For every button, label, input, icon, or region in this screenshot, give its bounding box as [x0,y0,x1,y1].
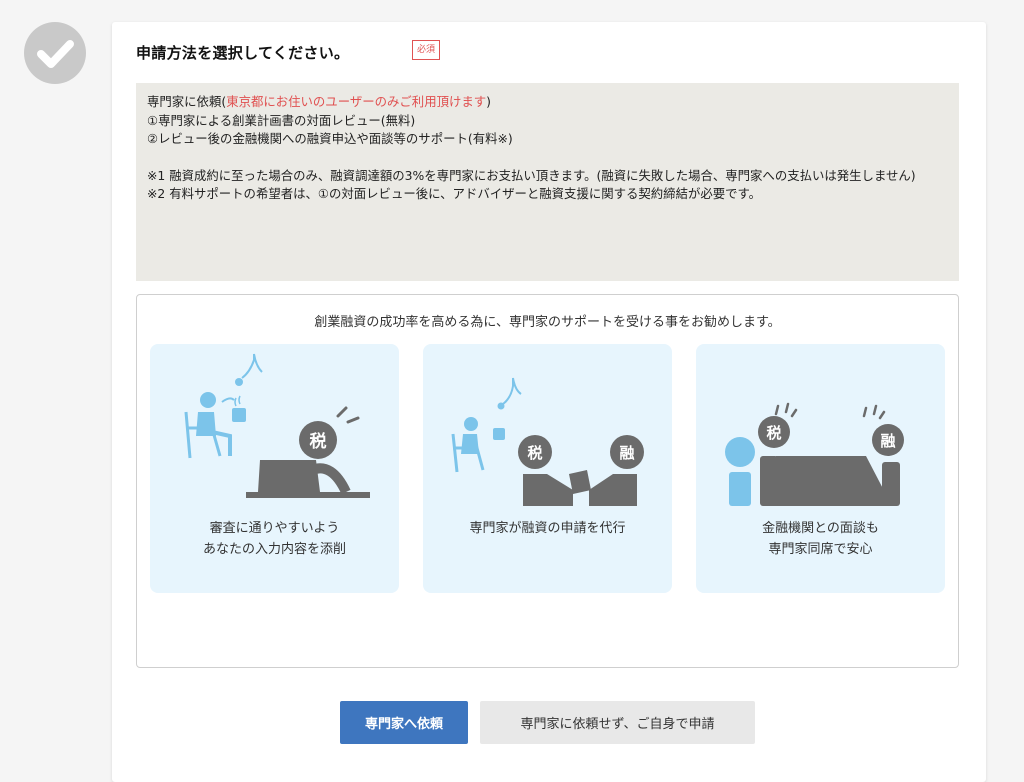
feature-text-application: 専門家が融資の申請を代行 [469,521,626,536]
info-note-1: ※1 融資成約に至った場合のみ、融資調達額の3%を専門家にお支払い頂きます。(融… [147,167,916,183]
tax-badge-label: 税 [527,444,542,462]
expert-info-box: 専門家に依頼(東京都にお住いのユーザーのみご利用頂けます) ①専門家による創業計… [136,83,959,281]
required-badge: 必須 [412,40,441,60]
apply-yourself-button[interactable]: 専門家に依頼せず、ご自身で申請 [480,701,755,744]
info-line-1: 専門家に依頼(東京都にお住いのユーザーのみご利用頂けます) [147,94,491,109]
request-expert-button[interactable]: 専門家へ依頼 [340,701,468,744]
feature-card-interview: 税 融 金融機関との面談も 専門家同席で安心 [696,344,945,593]
feature-card-review: 税 審査に通りやすいよう あなたの入力内容を添削 [150,344,399,593]
tokyo-only-notice: 東京都にお住いのユーザーのみご利用頂けます [226,94,487,109]
feature-text-interview: 金融機関との面談も 専門家同席で安心 [762,521,879,557]
tax-advisor-review-illustration: 税 [184,353,370,498]
tax-badge-label: 税 [766,424,781,442]
card-title: 申請方法を選択してください。 [136,44,350,62]
support-heading: 創業融資の成功率を高める為に、専門家のサポートを受ける事をお勧めします。 [314,315,781,330]
info-line-2: ①専門家による創業計画書の対面レビュー(無料) [147,112,416,128]
feature-text-review: 審査に通りやすいよう あなたの入力内容を添削 [202,521,346,557]
loan-application-illustration: 税 融 [451,377,644,506]
info-line-3: ②レビュー後の金融機関への融資申込や面談等のサポート(有料※) [147,131,513,146]
check-icon [37,40,74,68]
step-complete-badge [24,22,86,84]
feature-card-application: 税 融 専門家が融資の申請を代行 [423,344,672,593]
info-note-2: ※2 有料サポートの希望者は、①の対面レビュー後に、アドバイザーと融資支援に関す… [147,186,762,201]
bank-interview-illustration: 税 融 [725,402,904,506]
loan-badge-label: 融 [619,444,634,462]
support-panel: 創業融資の成功率を高める為に、専門家のサポートを受ける事をお勧めします。 税 審… [136,294,959,668]
tax-badge-label: 税 [310,431,327,452]
application-method-card: 申請方法を選択してください。 必須 専門家に依頼(東京都にお住いのユーザーのみご… [112,22,986,782]
loan-badge-label: 融 [880,432,895,450]
